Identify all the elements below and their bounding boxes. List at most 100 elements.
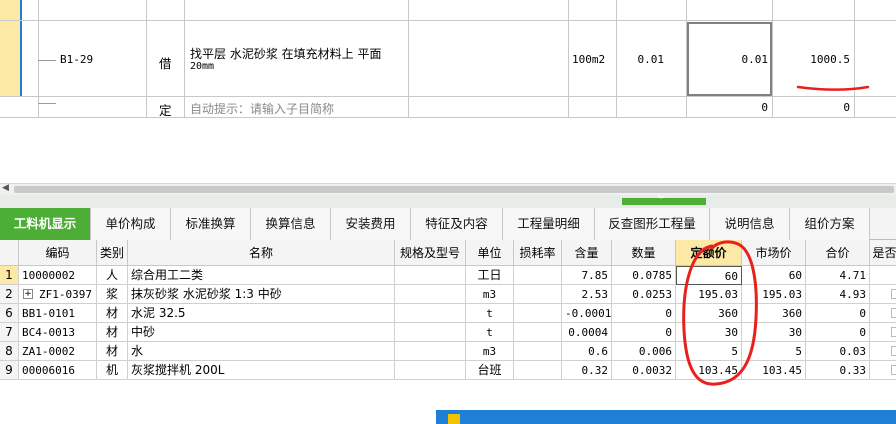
row-content[interactable]: 0.6: [562, 342, 612, 361]
row-number[interactable]: 8: [0, 342, 19, 361]
col-spec[interactable]: 规格及型号: [395, 240, 466, 266]
tab-install-fee[interactable]: 安装费用: [331, 208, 411, 240]
top-row-type[interactable]: 借: [159, 53, 172, 72]
row-code[interactable]: ZA1-0002: [19, 342, 97, 361]
row-unit[interactable]: t: [466, 304, 514, 323]
row-name[interactable]: 水: [128, 342, 395, 361]
row-name[interactable]: 综合用工二类: [128, 266, 395, 285]
row-unit[interactable]: 台班: [466, 361, 514, 380]
row-total[interactable]: 0: [806, 304, 870, 323]
row-indicator[interactable]: [0, 0, 20, 96]
row-number[interactable]: 2: [0, 285, 19, 304]
col-unit[interactable]: 单位: [466, 240, 514, 266]
row-whether[interactable]: [870, 266, 896, 285]
row-quantity[interactable]: 0.0032: [612, 361, 676, 380]
row-number[interactable]: 7: [0, 323, 19, 342]
row-loss-rate[interactable]: [514, 361, 562, 380]
scroll-thumb[interactable]: [14, 186, 894, 193]
row-unit[interactable]: t: [466, 323, 514, 342]
tab-conversion-info[interactable]: 换算信息: [251, 208, 331, 240]
row-category[interactable]: 浆: [97, 285, 128, 304]
checkbox[interactable]: [891, 308, 896, 318]
checkbox[interactable]: [891, 327, 896, 337]
row-spec[interactable]: [395, 323, 466, 342]
row-content[interactable]: 2.53: [562, 285, 612, 304]
row-number[interactable]: 6: [0, 304, 19, 323]
popup-window-titlebar[interactable]: [436, 410, 896, 424]
row-quantity[interactable]: 0.0253: [612, 285, 676, 304]
row-total[interactable]: 4.71: [806, 266, 870, 285]
row-total[interactable]: 4.93: [806, 285, 870, 304]
row-category[interactable]: 材: [97, 342, 128, 361]
col-whether[interactable]: 是否: [870, 240, 896, 266]
horizontal-scrollbar[interactable]: ◀: [0, 183, 896, 195]
row-loss-rate[interactable]: [514, 342, 562, 361]
row-spec[interactable]: [395, 342, 466, 361]
row-market-price[interactable]: 30: [742, 323, 806, 342]
top-row-name[interactable]: 找平层 水泥砂浆 在填充材料上 平面: [190, 45, 381, 62]
top-row2-quantity[interactable]: 0: [690, 101, 768, 114]
row-quantity[interactable]: 0.006: [612, 342, 676, 361]
col-name[interactable]: 名称: [128, 240, 395, 266]
row-quota-price[interactable]: 5: [676, 342, 742, 361]
row-unit[interactable]: m3: [466, 285, 514, 304]
col-quantity[interactable]: 数量: [612, 240, 676, 266]
top-row2-type[interactable]: 定: [159, 100, 172, 119]
row-number[interactable]: 9: [0, 361, 19, 380]
row-market-price[interactable]: 195.03: [742, 285, 806, 304]
top-row-unit[interactable]: 100m2: [572, 53, 605, 66]
row-name[interactable]: 灰浆搅拌机 200L: [128, 361, 395, 380]
col-code[interactable]: 编码: [19, 240, 97, 266]
top-row-price[interactable]: 1000.5: [772, 53, 850, 66]
checkbox[interactable]: [891, 365, 896, 375]
row-content[interactable]: 0.32: [562, 361, 612, 380]
row-whether[interactable]: [870, 361, 896, 380]
tab-pricing-scheme[interactable]: 组价方案: [790, 208, 870, 240]
tab-unit-price[interactable]: 单价构成: [91, 208, 171, 240]
row-content[interactable]: -0.0001: [562, 304, 612, 323]
row-name[interactable]: 水泥 32.5: [128, 304, 395, 323]
row-whether[interactable]: [870, 342, 896, 361]
top-row2-price[interactable]: 0: [772, 101, 850, 114]
row-loss-rate[interactable]: [514, 323, 562, 342]
row-market-price[interactable]: 5: [742, 342, 806, 361]
row-code[interactable]: BC4-0013: [19, 323, 97, 342]
row-total[interactable]: 0.33: [806, 361, 870, 380]
pane-splitter[interactable]: ︾: [0, 195, 896, 208]
top-row-quantity[interactable]: 0.01: [690, 53, 769, 66]
top-row-content[interactable]: 0.01: [616, 53, 665, 66]
checkbox[interactable]: [891, 289, 896, 299]
tab-material-display[interactable]: 工料机显示: [0, 208, 91, 240]
row-quantity[interactable]: 0: [612, 304, 676, 323]
row-whether[interactable]: [870, 304, 896, 323]
row-category[interactable]: 机: [97, 361, 128, 380]
scroll-left-icon[interactable]: ◀: [2, 183, 9, 193]
row-total[interactable]: 0.03: [806, 342, 870, 361]
col-category[interactable]: 类别: [97, 240, 128, 266]
row-total[interactable]: 0: [806, 323, 870, 342]
row-unit[interactable]: 工日: [466, 266, 514, 285]
row-quantity[interactable]: 0: [612, 323, 676, 342]
row-name[interactable]: 抹灰砂浆 水泥砂浆 1:3 中砂: [128, 285, 395, 304]
row-unit[interactable]: m3: [466, 342, 514, 361]
row-quota-price[interactable]: 30: [676, 323, 742, 342]
col-quota-price[interactable]: 定额价: [676, 240, 742, 266]
row-loss-rate[interactable]: [514, 285, 562, 304]
col-market-price[interactable]: 市场价: [742, 240, 806, 266]
row-market-price[interactable]: 103.45: [742, 361, 806, 380]
checkbox[interactable]: [891, 346, 896, 356]
row-code[interactable]: BB1-0101: [19, 304, 97, 323]
row-quota-price[interactable]: 60: [676, 266, 742, 285]
row-loss-rate[interactable]: [514, 266, 562, 285]
row-spec[interactable]: [395, 285, 466, 304]
row-name[interactable]: 中砂: [128, 323, 395, 342]
expand-icon[interactable]: +: [23, 289, 33, 299]
row-whether[interactable]: [870, 323, 896, 342]
col-total[interactable]: 合价: [806, 240, 870, 266]
tab-graphic-quantity[interactable]: 反查图形工程量: [595, 208, 710, 240]
col-loss-rate[interactable]: 损耗率: [514, 240, 562, 266]
row-quota-price[interactable]: 195.03: [676, 285, 742, 304]
row-code[interactable]: 10000002: [19, 266, 97, 285]
row-spec[interactable]: [395, 266, 466, 285]
row-code[interactable]: 00006016: [19, 361, 97, 380]
